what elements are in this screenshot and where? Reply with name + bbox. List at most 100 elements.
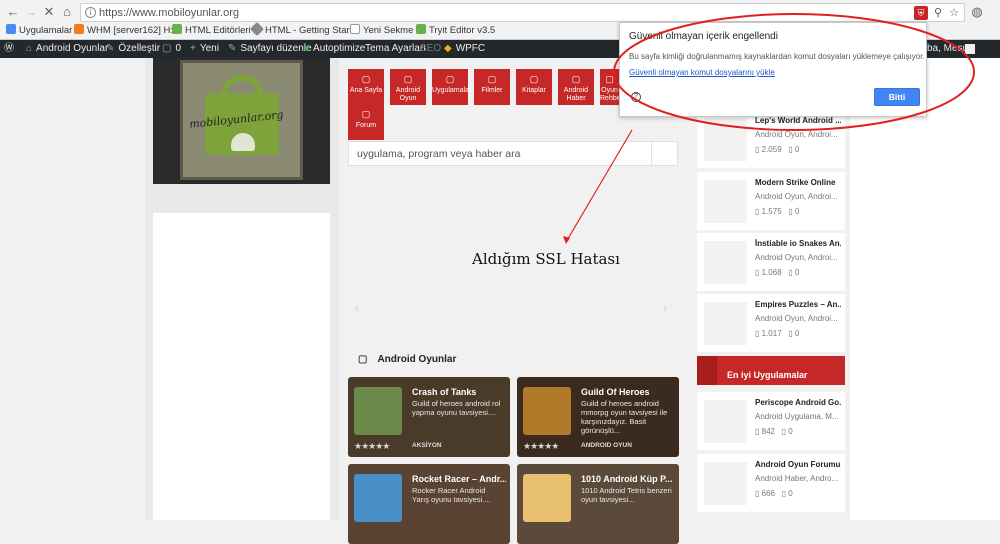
menu-item-home[interactable]: ▢ Ana Sayfa [348, 69, 384, 105]
item-category: Android Oyun, Androi... [755, 253, 838, 262]
menu-item-movies[interactable]: ▢ Filmler [474, 69, 510, 105]
menu-item-forum[interactable]: ▢ Forum [348, 105, 384, 140]
left-widget [153, 213, 330, 520]
menu-label: Ana Sayfa [349, 86, 383, 94]
menu-icon: ▢ [361, 74, 371, 84]
menu-icon: ▢ [487, 74, 497, 84]
eye-icon: ▯ [755, 489, 762, 498]
list-item[interactable]: Modern Strike Online Android Oyun, Andro… [697, 172, 845, 230]
search-input[interactable]: uygulama, program veya haber ara [348, 141, 678, 166]
slider-next-icon[interactable]: › [663, 301, 667, 315]
item-thumbnail [704, 302, 747, 345]
item-category: Android Oyun, Androi... [755, 314, 838, 323]
list-item[interactable]: Android Oyun Forumu... Android Haber, An… [697, 454, 845, 512]
menu-label: Filmler [481, 86, 503, 94]
comment-icon: ▯ [788, 268, 795, 277]
wp-theme-settings[interactable]: Tema Ayarları [365, 40, 426, 58]
wordpress-logo-icon[interactable]: Ⓦ [4, 40, 14, 58]
home-icon[interactable]: ⌂ [58, 2, 76, 22]
back-icon[interactable]: ← [4, 2, 22, 22]
card-title: Crash of Tanks [412, 387, 477, 397]
menu-label: Oyun Rehberi [600, 86, 619, 102]
game-card[interactable]: Guild Of Heroes Guild of heroes android … [517, 377, 679, 457]
wp-seo[interactable]: SEO [420, 40, 441, 58]
item-title: Empires Puzzles – An... [755, 300, 841, 309]
eye-icon: ▯ [755, 427, 762, 436]
wp-autoptimize[interactable]: ● Autoptimize [303, 40, 365, 58]
bookmark-label: Yeni Sekme [363, 25, 414, 36]
menu-item-news[interactable]: ▢ Android Haber [558, 69, 594, 105]
load-unsafe-scripts-link[interactable]: Güvenli olmayan komut dosyalarını yükle [629, 68, 775, 77]
menu-label: Forum [355, 121, 377, 129]
bookmark-html-editors[interactable]: HTML Editörleri [172, 24, 251, 38]
section-title: ▢ Android Oyunlar [358, 354, 456, 365]
menu-item-apps[interactable]: ▢ Uygulamalar [432, 69, 471, 105]
wp-comments[interactable]: ▢ 0 [162, 40, 181, 58]
bookmark-tryit[interactable]: Tryit Editor v3.5 [416, 24, 495, 38]
item-meta: ▯ 1.068 ▯ 0 [755, 268, 799, 277]
comment-icon: ▯ [788, 207, 795, 216]
list-item[interactable]: Periscope Android Go... Android Uygulama… [697, 392, 845, 450]
card-desc: 1010 Android Tetris benzeri oyun tavsiye… [581, 486, 672, 504]
list-item[interactable]: İnstiable io Snakes An... Android Oyun, … [697, 233, 845, 291]
list-item[interactable]: Lep's World Android ... Android Oyun, An… [697, 110, 845, 168]
game-card[interactable]: Crash of Tanks Guild of heroes android r… [348, 377, 510, 457]
wp-edit-page[interactable]: ✎ Sayfayı düzenle [228, 40, 312, 58]
eye-icon: ▯ [755, 329, 762, 338]
comment-icon: ▯ [788, 329, 795, 338]
menu-item-guide[interactable]: ▢ Oyun Rehberi [600, 69, 619, 105]
card-title: Rocket Racer – Andr... [412, 474, 506, 484]
item-views: 1.017 [761, 329, 782, 338]
apps-grid-icon [6, 24, 16, 34]
best-apps-title: En iyi Uygulamalar [727, 370, 808, 380]
list-item[interactable]: Empires Puzzles – An... Android Oyun, An… [697, 294, 845, 352]
menu-label: Kitaplar [522, 86, 546, 94]
rating-stars-icon: ★★★★★ [523, 441, 559, 451]
avatar[interactable] [965, 44, 975, 54]
address-bar[interactable]: i https://www.mobiloyunlar.org ⛨ ⚲ ☆ [80, 3, 965, 22]
info-icon[interactable]: i [85, 7, 96, 18]
cpanel-icon [74, 24, 84, 34]
bookmark-star-icon[interactable]: ☆ [947, 6, 961, 20]
help-icon[interactable]: ? [631, 92, 641, 102]
wp-item-label: Sayfayı düzenle [240, 43, 312, 54]
wp-customize[interactable]: ✎ Özelleştir [106, 40, 160, 58]
game-card[interactable]: 1010 Android Küp P... 1010 Android Tetri… [517, 464, 679, 544]
item-meta: ▯ 842 ▯ 0 [755, 427, 793, 436]
brush-icon: ✎ [106, 43, 115, 54]
item-thumbnail [704, 118, 747, 161]
nav-row: ← → ✕ ⌂ i https://www.mobiloyunlar.org ⛨… [0, 2, 1000, 22]
bookmark-apps[interactable]: Uygulamalar [6, 24, 72, 38]
menu-item-android-game[interactable]: ▢ Android Oyun [390, 69, 426, 105]
menu-label: Android Oyun [395, 86, 421, 102]
home-icon: ⌂ [26, 43, 33, 54]
globe-extension-icon[interactable]: ◍ [968, 2, 986, 22]
wp-wpfc[interactable]: ◆ WPFC [444, 40, 485, 58]
slider-prev-icon[interactable]: ‹ [355, 301, 359, 315]
menu-icon: ▢ [445, 74, 455, 84]
card-thumbnail [354, 387, 402, 435]
comment-icon: ▢ [162, 43, 172, 54]
bookmark-html-getting-started[interactable]: HTML - Getting Star [249, 21, 350, 38]
wp-site-name[interactable]: ⌂ Android Oyunlar [26, 40, 108, 58]
zoom-icon[interactable]: ⚲ [931, 6, 945, 20]
item-meta: ▯ 1.575 ▯ 0 [755, 207, 799, 216]
page-icon [172, 24, 182, 34]
done-button[interactable]: Bitti [874, 88, 920, 106]
item-comments: 0 [788, 427, 793, 436]
item-title: İnstiable io Snakes An... [755, 239, 841, 248]
w3-icon [416, 24, 426, 34]
blocked-content-shield-icon[interactable]: ⛨ [914, 6, 928, 20]
bookmark-new-tab[interactable]: Yeni Sekme [350, 24, 413, 38]
item-thumbnail [704, 241, 747, 284]
game-card[interactable]: Rocket Racer – Andr... Rocker Racer Andr… [348, 464, 510, 544]
stop-icon[interactable]: ✕ [40, 2, 58, 22]
item-category: Android Oyun, Androi... [755, 192, 838, 201]
bookmark-whm[interactable]: WHM [server162] H: [74, 24, 173, 38]
wp-new[interactable]: + Yeni [190, 40, 219, 58]
diamond-icon [249, 21, 265, 37]
item-views: 666 [761, 489, 775, 498]
forward-icon[interactable]: → [22, 2, 40, 22]
menu-item-books[interactable]: ▢ Kitaplar [516, 69, 552, 105]
item-meta: ▯ 2.059 ▯ 0 [755, 145, 799, 154]
